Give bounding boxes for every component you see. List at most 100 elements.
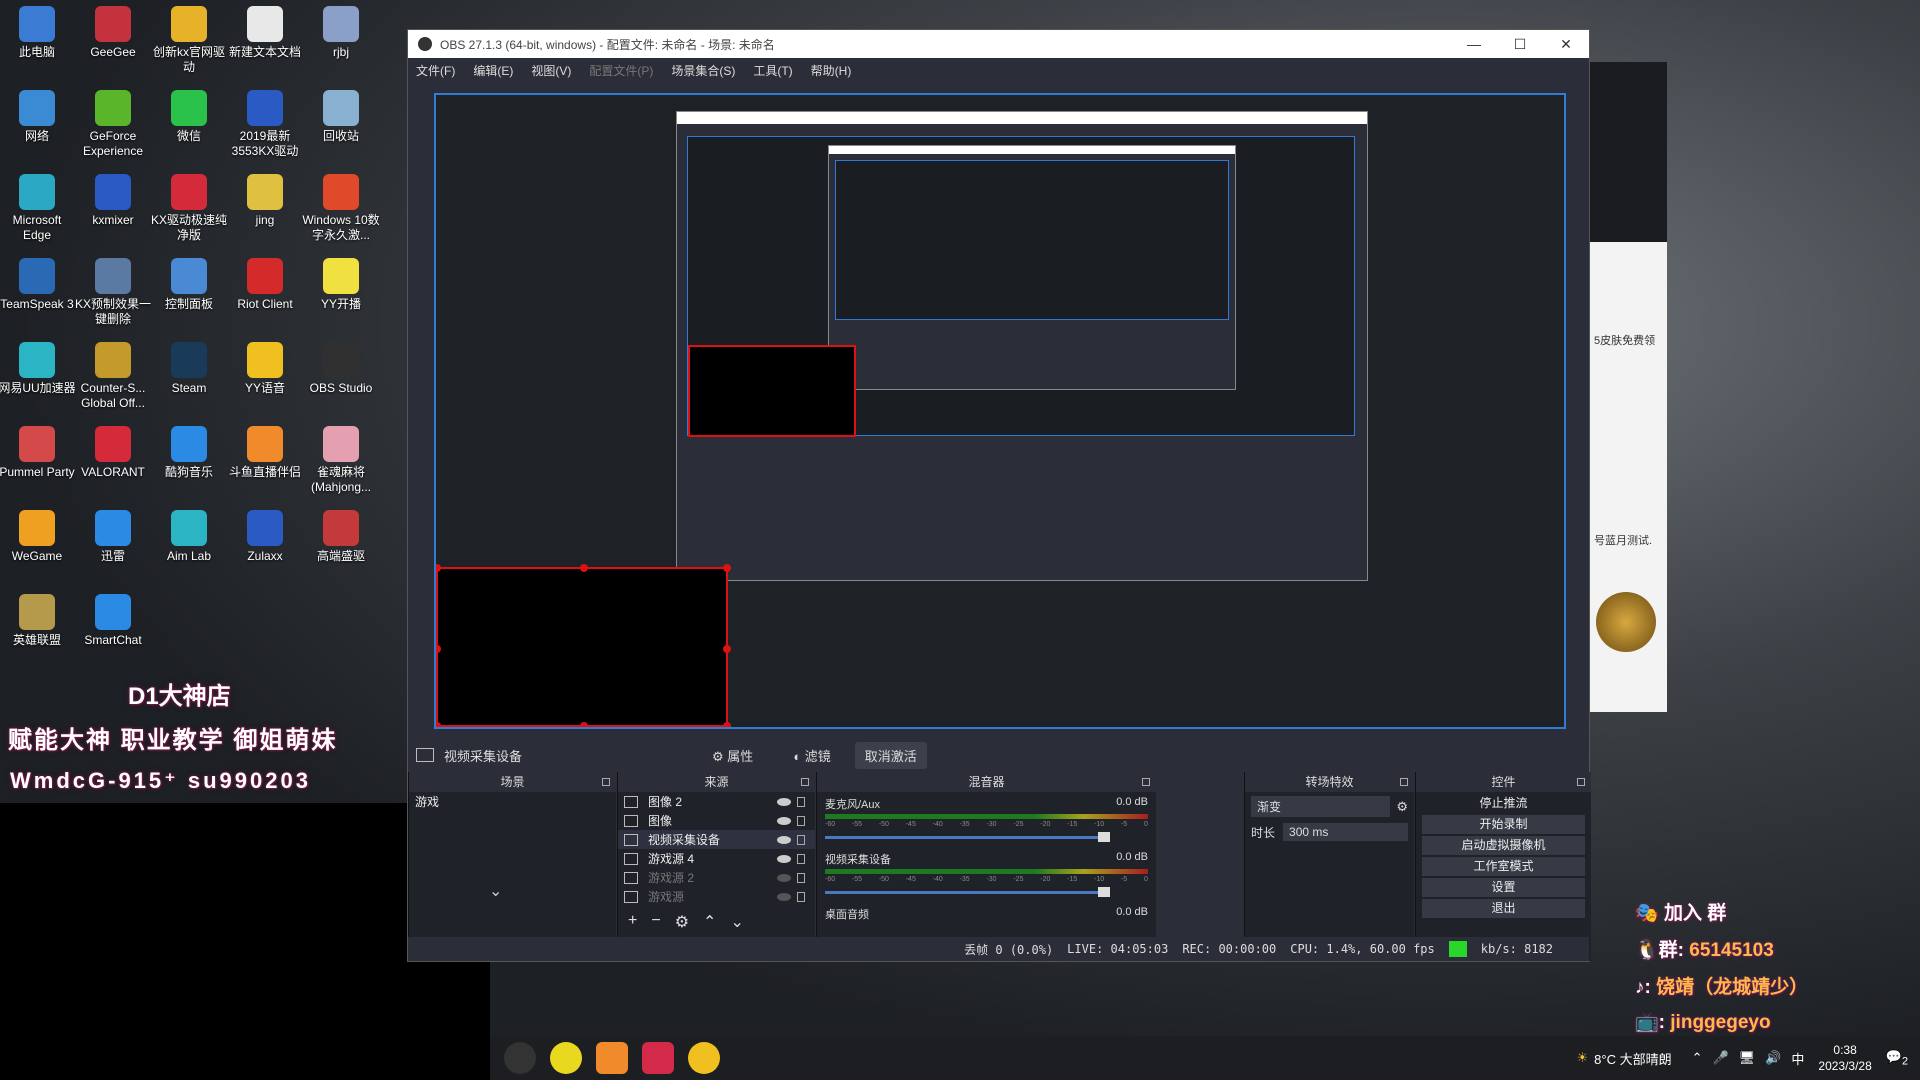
eye-icon[interactable] <box>777 835 791 844</box>
duration-input[interactable]: 300 ms <box>1283 823 1408 841</box>
menu-file[interactable]: 文件(F) <box>416 62 455 79</box>
desktop-icon[interactable]: 控制面板 <box>150 258 228 312</box>
desktop-icon[interactable]: VALORANT <box>74 426 152 480</box>
desktop-icon[interactable]: 新建文本文档 <box>226 6 304 60</box>
pin-icon[interactable] <box>1577 778 1585 786</box>
menu-edit[interactable]: 编辑(E) <box>473 62 513 79</box>
yy-taskbar-icon[interactable] <box>550 1042 582 1074</box>
eye-icon[interactable] <box>777 797 791 806</box>
menu-scene-collection[interactable]: 场景集合(S) <box>671 62 735 79</box>
filters-button[interactable]: ◐ 滤镜 <box>783 742 840 769</box>
menu-help[interactable]: 帮助(H) <box>811 62 852 79</box>
desktop-icon[interactable]: 迅雷 <box>74 510 152 564</box>
eye-off-icon[interactable] <box>777 873 791 882</box>
desktop-icon[interactable]: KX预制效果一键删除 <box>74 258 152 327</box>
source-item[interactable]: 视频采集设备 <box>618 830 815 849</box>
desktop-icon[interactable]: 高端盛驱 <box>302 510 380 564</box>
obs-preview-canvas[interactable] <box>434 93 1566 729</box>
network-icon[interactable]: 🖥 <box>1739 1050 1756 1066</box>
desktop-icon[interactable]: Steam <box>150 342 228 396</box>
yyvoice-taskbar-icon[interactable] <box>688 1042 720 1074</box>
remove-icon[interactable]: − <box>651 912 660 932</box>
weather-text[interactable]: 8°C 大部晴朗 <box>1594 1049 1671 1068</box>
desktop-icon[interactable]: TeamSpeak 3 <box>0 258 76 312</box>
studio-mode-button[interactable]: 工作室模式 <box>1422 857 1585 876</box>
pin-icon[interactable] <box>602 778 610 786</box>
desktop-icon[interactable]: GeeGee <box>74 6 152 60</box>
source-item[interactable]: 游戏源 2 <box>618 868 815 887</box>
desktop-icon[interactable]: YY语音 <box>226 342 304 396</box>
desktop-icon[interactable]: Riot Client <box>226 258 304 312</box>
minimize-button[interactable]: — <box>1451 36 1497 53</box>
pin-icon[interactable] <box>1142 778 1150 786</box>
desktop-icon[interactable]: Zulaxx <box>226 510 304 564</box>
desktop-icon[interactable]: OBS Studio <box>302 342 380 396</box>
valorant-taskbar-icon[interactable] <box>642 1042 674 1074</box>
desktop-icon[interactable]: 雀魂麻将(Mahjong... <box>302 426 380 495</box>
source-item[interactable]: 游戏源 <box>618 887 815 906</box>
desktop-icon[interactable]: 英雄联盟 <box>0 594 76 648</box>
desktop-icon[interactable]: 2019最新3553KX驱动 <box>226 90 304 159</box>
desktop-icon[interactable]: rjbj <box>302 6 380 60</box>
pin-icon[interactable] <box>801 778 809 786</box>
desktop-icon[interactable]: 酷狗音乐 <box>150 426 228 480</box>
douyu-taskbar-icon[interactable] <box>596 1042 628 1074</box>
menu-view[interactable]: 视图(V) <box>531 62 571 79</box>
desktop-icon[interactable]: 斗鱼直播伴侣 <box>226 426 304 480</box>
lock-icon[interactable] <box>797 872 805 883</box>
desktop-icon[interactable]: 回收站 <box>302 90 380 144</box>
move-up-icon[interactable]: ⌃ <box>703 912 716 932</box>
pin-icon[interactable] <box>1400 778 1408 786</box>
volume-slider[interactable] <box>825 832 1110 842</box>
lock-icon[interactable] <box>797 815 805 826</box>
add-icon[interactable]: + <box>628 912 637 932</box>
desktop-icon[interactable]: Aim Lab <box>150 510 228 564</box>
desktop-icon[interactable]: kxmixer <box>74 174 152 228</box>
lock-icon[interactable] <box>797 853 805 864</box>
lock-icon[interactable] <box>797 796 805 807</box>
desktop-icon[interactable]: 网络 <box>0 90 76 144</box>
exit-button[interactable]: 退出 <box>1422 899 1585 918</box>
obs-taskbar-icon[interactable] <box>504 1042 536 1074</box>
menu-tools[interactable]: 工具(T) <box>753 62 792 79</box>
close-button[interactable]: ✕ <box>1543 36 1589 53</box>
desktop-icon[interactable]: 创新kx官网驱动 <box>150 6 228 75</box>
source-item[interactable]: 图像 <box>618 811 815 830</box>
desktop-icon[interactable]: KX驱动极速纯净版 <box>150 174 228 243</box>
scene-item[interactable]: 游戏 <box>409 792 616 811</box>
desktop-icon[interactable]: WeGame <box>0 510 76 564</box>
desktop-icon[interactable]: 此电脑 <box>0 6 76 60</box>
menu-profile[interactable]: 配置文件(P) <box>589 62 653 79</box>
tray-expand-icon[interactable]: ⌃ <box>1692 1050 1703 1066</box>
video-capture-selection[interactable] <box>436 564 731 727</box>
lock-icon[interactable] <box>797 834 805 845</box>
desktop-icon[interactable]: Microsoft Edge <box>0 174 76 243</box>
desktop-icon[interactable]: Windows 10数字永久激... <box>302 174 380 243</box>
clock[interactable]: 0:38 2023/3/28 <box>1818 1042 1871 1074</box>
volume-icon[interactable]: 🔊 <box>1765 1050 1781 1066</box>
source-item[interactable]: 游戏源 4 <box>618 849 815 868</box>
desktop-icon[interactable]: YY开播 <box>302 258 380 312</box>
eye-icon[interactable] <box>777 816 791 825</box>
notification-icon[interactable]: 💬2 <box>1886 1049 1908 1068</box>
desktop-icon[interactable]: 网易UU加速器 <box>0 342 76 396</box>
desktop-icon[interactable]: Pummel Party <box>0 426 76 480</box>
desktop-icon[interactable]: GeForce Experience <box>74 90 152 159</box>
deactivate-button[interactable]: 取消激活 <box>854 741 927 769</box>
virtual-camera-button[interactable]: 启动虚拟摄像机 <box>1422 836 1585 855</box>
desktop-icon[interactable]: jing <box>226 174 304 228</box>
eye-off-icon[interactable] <box>777 892 791 901</box>
source-item[interactable]: 图像 2 <box>618 792 815 811</box>
chevron-down-icon[interactable]: ⌄ <box>489 881 502 901</box>
properties-button[interactable]: ⚙ 属性 <box>702 742 763 769</box>
stop-streaming-button[interactable]: 停止推流 <box>1422 794 1585 813</box>
lock-icon[interactable] <box>797 891 805 902</box>
maximize-button[interactable]: ☐ <box>1497 36 1543 53</box>
transition-select[interactable]: 渐变 <box>1251 796 1391 817</box>
desktop-icon[interactable]: SmartChat <box>74 594 152 648</box>
gear-icon[interactable]: ⚙ <box>675 912 689 932</box>
ime-indicator[interactable]: 中 <box>1791 1049 1804 1068</box>
desktop-icon[interactable]: Counter-S... Global Off... <box>74 342 152 411</box>
gear-icon[interactable]: ⚙ <box>1396 799 1408 815</box>
start-recording-button[interactable]: 开始录制 <box>1422 815 1585 834</box>
